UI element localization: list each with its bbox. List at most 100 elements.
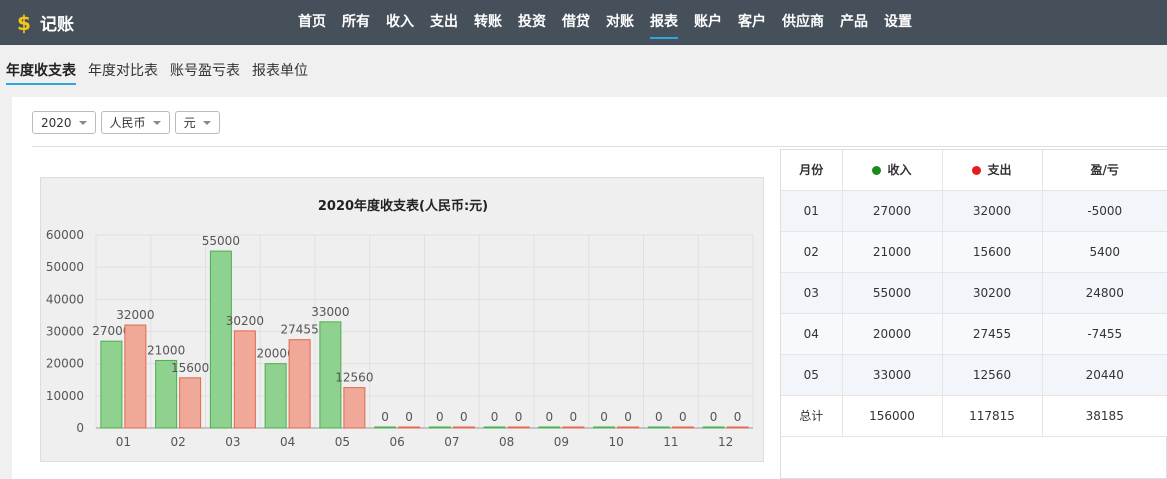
unit-select[interactable]: 元 [174,111,220,134]
bar-value-label: 55000 [202,234,240,248]
report-tabs: 年度收支表 年度对比表 账号盈亏表 报表单位 [0,55,314,87]
bar-value-label: 0 [710,410,718,424]
table-cell: 15600 [942,231,1043,273]
bar-value-label: 0 [515,410,523,424]
bar-value-label: 0 [679,410,687,424]
bar-expense [726,426,749,429]
nav-item-3[interactable]: 支出 [422,0,466,45]
y-tick-label: 60000 [46,228,84,242]
year-select-value: 2020 [41,115,72,130]
bar-income [264,363,287,429]
table-cell: 20000 [842,313,943,355]
bar-value-label: 0 [436,410,444,424]
report-panel: 2020 人民币 元 2020年度收支表(人民币:元) 0 10000 20000 3… [12,97,1167,479]
chart-title: 2020年度收支表(人民币:元) [318,198,488,214]
total-cell: 38185 [1042,395,1167,437]
bar-expense [671,426,694,429]
table-cell: 55000 [842,272,943,314]
nav-item-7[interactable]: 对账 [598,0,642,45]
bar-income [483,426,506,429]
x-tick-label: 06 [389,435,404,449]
filter-bar: 2020 人民币 元 [32,111,220,134]
bar-expense [562,426,585,429]
nav-item-1[interactable]: 所有 [334,0,378,45]
nav-item-9[interactable]: 账户 [686,0,730,45]
bar-expense [617,426,640,429]
currency-select-value: 人民币 [109,116,146,130]
top-bar: $ 记账 首页 所有 收入 支出 转账 投资 借贷 对账 报表 账户 客户 供应商 产品 设置 [0,0,1167,45]
table-cell: 33000 [842,354,943,396]
y-tick-label: 50000 [46,260,84,274]
table-cell: 5400 [1042,231,1167,273]
bar-expense [233,330,256,429]
bar-value-label: 32000 [116,308,154,322]
subtab-3[interactable]: 报表单位 [246,55,314,87]
app-title: 记账 [40,15,74,35]
table-body: 01 27000 32000 -5000 02 21000 15600 5400 03 55000… [781,190,1167,437]
bar-expense [343,387,366,429]
table-cell: 01 [781,190,843,232]
table-total-row: 总计 156000 117815 38185 [781,395,1167,437]
bar-income [100,340,123,429]
y-tick-label: 0 [76,421,84,435]
bar-value-label: 33000 [311,305,349,319]
bar-expense [124,324,147,429]
app-logo[interactable]: $ 记账 [14,10,74,36]
bar-value-label: 27455 [281,323,319,337]
bar-income [209,250,232,429]
table-row: 03 55000 30200 24800 [781,272,1167,314]
header-month: 月份 [781,150,843,191]
x-tick-label: 02 [170,435,185,449]
bar-value-label: 0 [405,410,413,424]
bar-expense [179,377,202,429]
nav-item-8[interactable]: 报表 [642,0,686,45]
main-nav: 首页 所有 收入 支出 转账 投资 借贷 对账 报表 账户 客户 供应商 产品 设置 [290,0,920,45]
bar-chart-svg: 2020年度收支表(人民币:元) 01000020000300004000050… [46,198,754,449]
table-header-row: 月份 收入 支出 盈/亏 [781,150,1167,191]
nav-item-0[interactable]: 首页 [290,0,334,45]
header-expense-label: 支出 [987,163,1012,178]
nav-item-11[interactable]: 供应商 [774,0,832,45]
bar-value-label: 0 [655,410,663,424]
dollar-icon: $ [17,12,31,34]
bar-value-label: 12560 [335,371,373,385]
x-tick-label: 01 [116,435,131,449]
x-tick-label: 05 [335,435,350,449]
svg-text:$: $ [17,12,31,34]
table-cell: 27455 [942,313,1043,355]
subtab-2[interactable]: 账号盈亏表 [164,55,246,87]
table-cell: 20440 [1042,354,1167,396]
nav-item-5[interactable]: 投资 [510,0,554,45]
year-select[interactable]: 2020 [32,111,96,134]
nav-item-10[interactable]: 客户 [730,0,774,45]
bar-income [647,426,670,429]
x-tick-label: 11 [663,435,678,449]
nav-item-13[interactable]: 设置 [876,0,920,45]
header-expense: 支出 [942,150,1043,191]
chevron-down-icon [152,120,161,125]
bar-income [538,426,561,429]
table-cell: 02 [781,231,843,273]
chevron-down-icon [202,120,211,125]
nav-item-6[interactable]: 借贷 [554,0,598,45]
table-cell: 03 [781,272,843,314]
table-cell: -5000 [1042,190,1167,232]
currency-select[interactable]: 人民币 [100,111,170,134]
income-expense-chart: 2020年度收支表(人民币:元) 0 10000 20000 30000 40000 50… [40,177,764,462]
bar-value-label: 0 [381,410,389,424]
bar-expense [288,339,311,429]
bar-value-label: 15600 [171,361,209,375]
y-tick-label: 40000 [46,292,84,306]
unit-select-value: 元 [183,116,196,130]
x-tick-label: 07 [444,435,459,449]
bar-expense [398,426,421,429]
table-cell: 27000 [842,190,943,232]
expense-dot-icon [972,166,982,176]
subtab-1[interactable]: 年度对比表 [82,55,164,87]
nav-item-2[interactable]: 收入 [378,0,422,45]
nav-item-12[interactable]: 产品 [832,0,876,45]
divider [32,146,1167,147]
nav-item-4[interactable]: 转账 [466,0,510,45]
total-cell: 总计 [781,395,843,437]
subtab-0[interactable]: 年度收支表 [0,55,82,87]
